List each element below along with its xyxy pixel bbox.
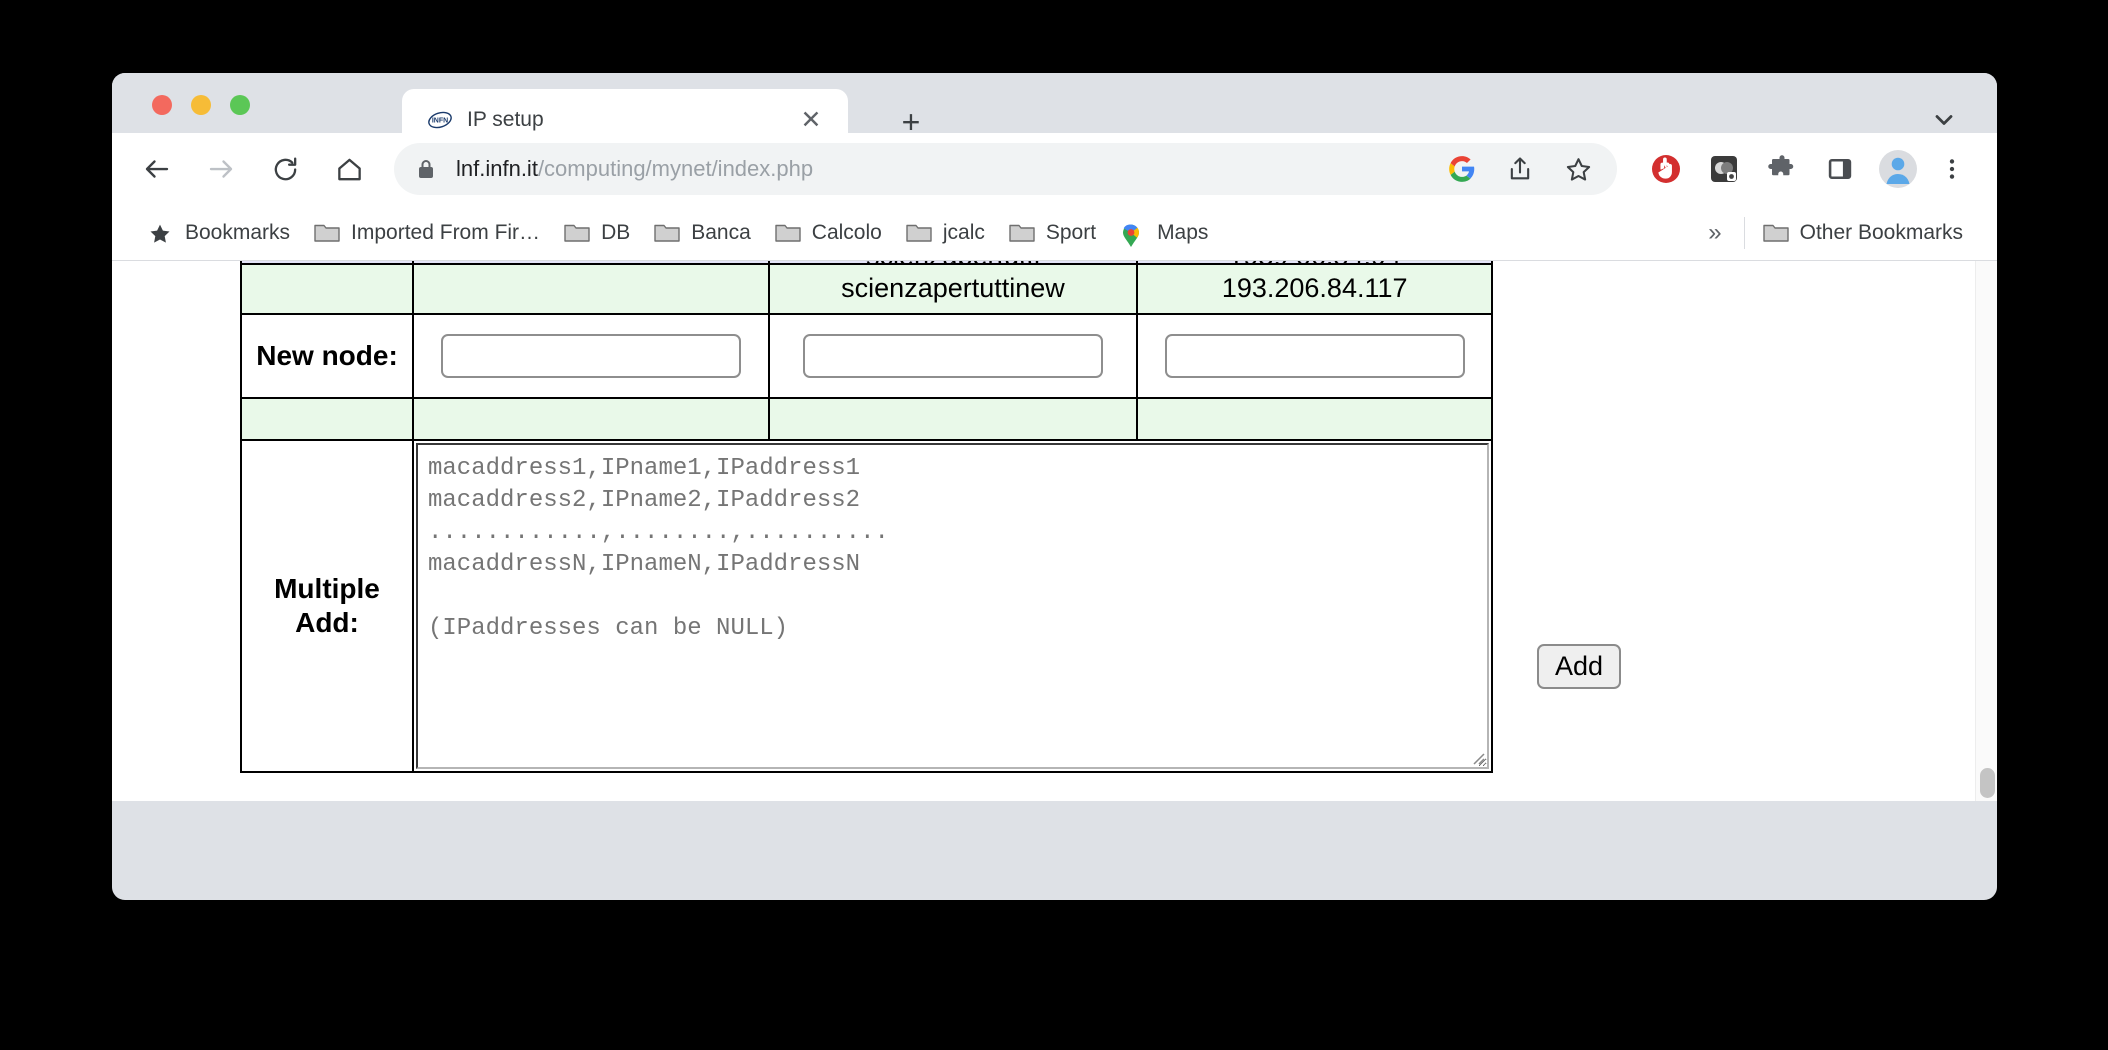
folder-icon (775, 222, 801, 243)
new-node-label: New node: (256, 339, 398, 371)
extensions-area (1647, 150, 1917, 188)
share-icon[interactable] (1501, 150, 1539, 188)
browser-window: INFN IP setup ✕ + lnf.infn.it/computing/… (112, 73, 1997, 900)
omnibox-actions (1443, 150, 1603, 188)
bookmarks-overflow-button[interactable]: » (1692, 219, 1737, 247)
table-row: scienzapertuttinew 193.206.84.117 (240, 263, 1493, 315)
bookmark-item-sport[interactable]: Sport (997, 211, 1108, 255)
bookmarks-divider (1743, 216, 1745, 249)
bookmark-label: Calcolo (811, 220, 882, 244)
folder-icon (654, 222, 680, 243)
url-host: lnf.infn.it (456, 156, 538, 181)
back-button[interactable] (134, 146, 180, 192)
page-scrollbar-thumb[interactable] (1980, 768, 1995, 798)
page-scrollbar[interactable] (1975, 261, 1997, 801)
url-text: lnf.infn.it/computing/mynet/index.php (456, 156, 813, 182)
row-mac (414, 261, 768, 263)
bookmark-star-icon[interactable] (1559, 150, 1597, 188)
tab-title: IP setup (467, 108, 544, 131)
bookmarks-bar: Bookmarks Imported From Fir… DB Banca Ca… (112, 205, 1997, 261)
svg-text:INFN: INFN (432, 118, 448, 125)
infn-favicon-icon: INFN (427, 107, 453, 133)
bookmark-item-imported-from-firefox[interactable]: Imported From Fir… (302, 211, 552, 255)
window-traffic-lights (152, 95, 250, 115)
bookmark-item-bookmarks[interactable]: Bookmarks (136, 211, 302, 255)
add-button[interactable]: Add (1537, 644, 1622, 690)
bookmark-item-calcolo[interactable]: Calcolo (763, 211, 894, 255)
window-minimize-button[interactable] (191, 95, 211, 115)
tab-strip: INFN IP setup ✕ + (112, 73, 1997, 151)
window-close-button[interactable] (152, 95, 172, 115)
page-viewport: scienzapertutti 193.206.84.94 scienzaper… (112, 261, 1997, 801)
tab-close-icon[interactable]: ✕ (796, 105, 826, 135)
lock-icon (416, 156, 438, 182)
home-button[interactable] (326, 146, 372, 192)
bookmark-label: Maps (1157, 220, 1209, 244)
profile-avatar[interactable] (1879, 150, 1917, 188)
new-node-ip-input[interactable] (1164, 334, 1465, 378)
bookmark-label: Banca (691, 220, 751, 244)
new-node-row: New node: (240, 313, 1493, 399)
maps-pin-icon (1120, 222, 1146, 247)
bookmark-label: Bookmarks (185, 220, 291, 244)
bookmark-label: Imported From Fir… (351, 220, 541, 244)
reload-button[interactable] (262, 146, 308, 192)
row-ip: 193.206.84.94 (1138, 261, 1491, 263)
new-node-mac-input[interactable] (440, 334, 741, 378)
ip-nodes-table: scienzapertutti 193.206.84.94 scienzaper… (240, 261, 1493, 773)
side-panel-icon[interactable] (1821, 150, 1859, 188)
row-name: scienzapertuttinew (841, 273, 1065, 304)
browser-menu-button[interactable] (1933, 150, 1971, 188)
chevron-down-icon[interactable] (1927, 103, 1961, 137)
bookmark-item-jcalc[interactable]: jcalc (894, 211, 997, 255)
row-name: scienzapertutti (770, 261, 1137, 263)
row-ip: 193.206.84.117 (1221, 273, 1408, 304)
bookmark-item-banca[interactable]: Banca (642, 211, 763, 255)
bookmark-label: DB (601, 220, 631, 244)
folder-icon (906, 222, 932, 243)
extensions-puzzle-icon[interactable] (1763, 150, 1801, 188)
multiple-add-label: Multiple Add: (274, 572, 380, 638)
window-maximize-button[interactable] (230, 95, 250, 115)
bookmark-item-db[interactable]: DB (552, 211, 642, 255)
row-label (242, 261, 412, 263)
row-label (242, 265, 412, 313)
new-node-name-input[interactable] (802, 334, 1103, 378)
browser-toolbar: lnf.infn.it/computing/mynet/index.php (112, 133, 1997, 205)
folder-icon (314, 222, 340, 243)
folder-icon (564, 222, 590, 243)
row-mac (414, 265, 768, 313)
bookmark-item-maps[interactable]: Maps (1108, 211, 1220, 255)
bookmark-label: Other Bookmarks (1799, 220, 1963, 244)
folder-icon (1762, 222, 1789, 243)
forward-button[interactable] (198, 146, 244, 192)
google-lens-icon[interactable] (1443, 150, 1481, 188)
bookmark-label: Sport (1045, 220, 1097, 244)
adblock-icon[interactable] (1647, 150, 1685, 188)
bookmark-item-other-bookmarks[interactable]: Other Bookmarks (1751, 211, 1975, 255)
folder-icon (1009, 222, 1035, 243)
bookmark-label: jcalc (942, 220, 985, 244)
table-spacer-row (240, 397, 1493, 441)
extension-icon[interactable] (1705, 150, 1743, 188)
star-icon (148, 222, 174, 243)
address-bar[interactable]: lnf.infn.it/computing/mynet/index.php (394, 143, 1617, 195)
multiple-add-textarea[interactable] (416, 443, 1489, 769)
multiple-add-row: Multiple Add: (240, 439, 1493, 773)
url-path: /computing/mynet/index.php (537, 156, 814, 181)
